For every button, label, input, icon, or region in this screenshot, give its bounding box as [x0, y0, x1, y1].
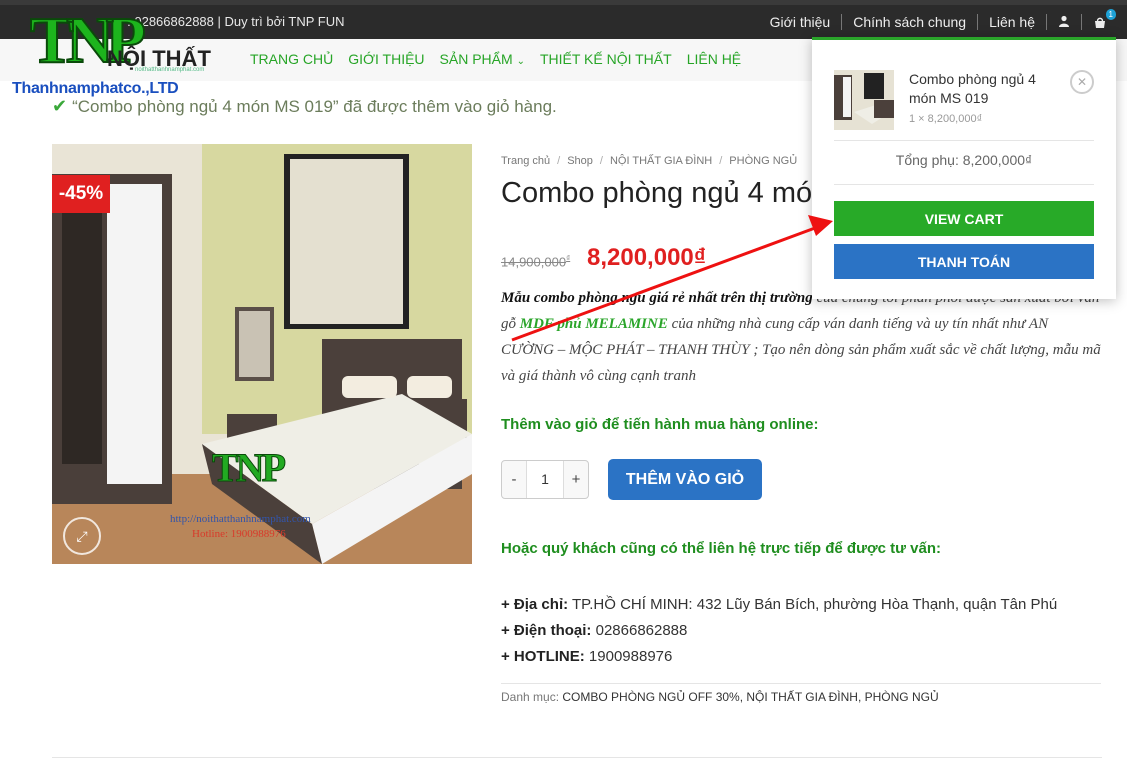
categories-links[interactable]: COMBO PHÒNG NGỦ OFF 30%, NỘI THẤT GIA ĐÌ… [562, 690, 938, 704]
topbar-link-contact[interactable]: Liên hệ [989, 14, 1035, 30]
mini-cart-popup: Combo phòng ngủ 4 món MS 019 1 × 8,200,0… [812, 37, 1116, 299]
phone-label: + Điện thoại: [501, 622, 592, 639]
topbar-link-policy[interactable]: Chính sách chung [853, 14, 966, 30]
breadcrumb: Trang chủ / Shop / NỘI THẤT GIA ĐÌNH / PHÒN… [501, 155, 797, 167]
chevron-down-icon: ⌄ [516, 56, 525, 67]
nav-item-products[interactable]: SẢN PHẨM ⌄ [440, 51, 525, 67]
desc-highlight: MDF phủ MELAMINE [519, 316, 668, 332]
divider [1081, 14, 1082, 30]
nav-item-contact[interactable]: LIÊN HỆ [687, 51, 741, 67]
watermark-url: http://noithatthanhnamphat.com [170, 513, 311, 525]
add-to-cart-button[interactable]: THÊM VÀO GIỎ [608, 459, 762, 500]
topbar-links: Giới thiệu Chính sách chung Liên hệ 1 [770, 9, 1116, 30]
product-description: Mẫu combo phòng ngủ giá rẻ nhất trên thị… [501, 285, 1101, 389]
old-price-value: 14,900,000 [501, 254, 567, 270]
sale-badge: -45% [52, 175, 110, 213]
sale-price: 8,200,000₫ [587, 244, 707, 271]
checkout-button[interactable]: THANH TOÁN [834, 244, 1094, 279]
divider [841, 14, 843, 30]
address-value: TP.HỒ CHÍ MINH: 432 Lũy Bán Bích, phường… [568, 596, 1058, 613]
divider [501, 683, 1101, 684]
cart-item-thumbnail[interactable] [834, 70, 894, 130]
topbar-link-about[interactable]: Giới thiệu [770, 14, 831, 30]
breadcrumb-subcategory[interactable]: PHÒNG NGỦ [729, 155, 797, 167]
add-to-cart-prompt: Thêm vào giỏ để tiến hành mua hàng onlin… [501, 416, 819, 433]
old-price: 14,900,000₫ [501, 254, 570, 269]
hotline-line: + HOTLINE: 1900988976 [501, 644, 1057, 670]
nav-item-products-label: SẢN PHẨM [439, 51, 513, 67]
quantity-stepper: - 1 + [501, 460, 589, 499]
notice-text: “Combo phòng ngủ 4 món MS 019” đã được t… [72, 96, 557, 116]
breadcrumb-separator: / [719, 155, 723, 167]
hotline-value: 1900988976 [584, 648, 673, 665]
address-label: + Địa chỉ: [501, 596, 569, 613]
old-price-currency: ₫ [566, 254, 571, 263]
site-logo[interactable]: TNP NỘI THẤT noithatthanhnamphat.com Tha… [12, 7, 235, 98]
bedroom-photo [52, 144, 472, 564]
cart-item-name[interactable]: Combo phòng ngủ 4 món MS 019 [909, 70, 1059, 108]
main-nav: TRANG CHỦ GIỚI THIỆU SẢN PHẨM ⌄ THIẾT KẾ… [250, 51, 741, 67]
cart-count-badge: 1 [1105, 9, 1116, 20]
divider [834, 184, 1094, 185]
contact-prompt: Hoặc quý khách cũng có thể liên hệ trực … [501, 540, 941, 557]
view-cart-button[interactable]: VIEW CART [834, 201, 1094, 236]
qty-minus-button[interactable]: - [502, 471, 526, 488]
cart-subtotal: Tổng phụ: 8,200,000₫ [895, 152, 1033, 168]
divider [834, 140, 1094, 141]
product-title: Combo phòng ngủ 4 món [501, 177, 829, 209]
watermark-logo: TNP [212, 445, 287, 491]
qty-input[interactable]: 1 [526, 461, 564, 498]
hotline-label: + HOTLINE: [501, 648, 585, 665]
divider [1046, 14, 1047, 30]
check-icon: ✔ [52, 96, 68, 116]
phone-value: 02866862888 [591, 622, 688, 639]
desc-bold: Mẫu combo phòng ngủ giá rẻ nhất trên thị… [501, 290, 813, 306]
divider [977, 14, 979, 30]
qty-plus-button[interactable]: + [564, 471, 588, 488]
breadcrumb-home[interactable]: Trang chủ [501, 155, 550, 167]
zoom-icon[interactable]: ⤢ [63, 517, 101, 555]
nav-item-about[interactable]: GIỚI THIỆU [348, 51, 424, 67]
breadcrumb-shop[interactable]: Shop [567, 155, 593, 167]
added-to-cart-notice: ✔ “Combo phòng ngủ 4 món MS 019” đã được… [52, 96, 557, 117]
nav-item-home[interactable]: TRANG CHỦ [250, 51, 333, 67]
divider [52, 757, 1102, 758]
user-icon[interactable] [1058, 14, 1070, 30]
cart-item-quantity: 1 × 8,200,000₫ [909, 113, 983, 125]
remove-item-icon[interactable]: ✕ [1070, 70, 1094, 94]
product-categories: Danh mục: COMBO PHÒNG NGỦ OFF 30%, NỘI T… [501, 690, 939, 704]
logo-url: noithatthanhnamphat.com [135, 67, 205, 73]
address-line: + Địa chỉ: TP.HỒ CHÍ MINH: 432 Lũy Bán B… [501, 592, 1057, 618]
watermark-hotline: Hotline: 1900988976 [192, 528, 286, 540]
breadcrumb-separator: / [557, 155, 561, 167]
contact-info: + Địa chỉ: TP.HỒ CHÍ MINH: 432 Lũy Bán B… [501, 592, 1057, 670]
breadcrumb-separator: / [599, 155, 603, 167]
nav-item-interior-design[interactable]: THIẾT KẾ NỘI THẤT [540, 51, 672, 67]
cart-icon[interactable]: 1 [1093, 9, 1116, 28]
product-image[interactable]: TNP http://noithatthanhnamphat.com Hotli… [52, 144, 472, 564]
breadcrumb-category[interactable]: NỘI THẤT GIA ĐÌNH [610, 155, 712, 167]
phone-line: + Điện thoại: 02866862888 [501, 618, 1057, 644]
categories-label: Danh mục: [501, 690, 563, 704]
